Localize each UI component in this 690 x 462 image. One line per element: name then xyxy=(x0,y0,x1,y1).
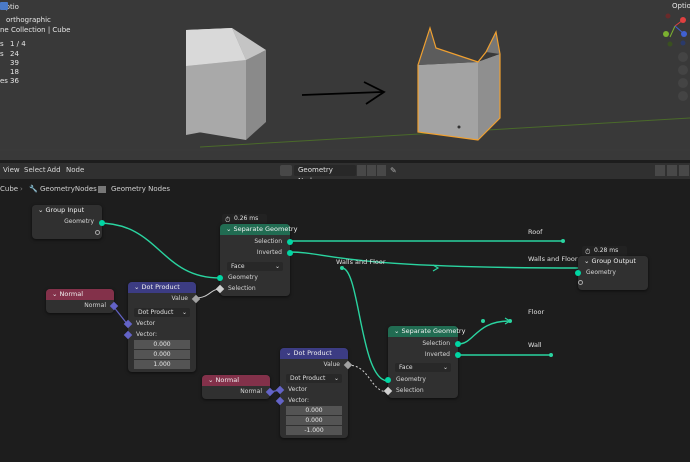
vector-x-field[interactable]: 0.000 xyxy=(134,340,190,349)
node-header[interactable]: ⌄ Group Output xyxy=(578,256,648,267)
link-floor xyxy=(457,320,511,345)
geometry-socket[interactable] xyxy=(575,270,581,276)
socket-label: Geometry xyxy=(228,274,258,281)
close-icon[interactable] xyxy=(377,165,386,176)
selected-mesh[interactable] xyxy=(417,25,501,141)
reroute-label-floor: Floor xyxy=(528,308,545,316)
arrow-shape xyxy=(301,81,386,105)
node-header[interactable]: ⌄ Dot Product xyxy=(280,348,348,359)
socket-label: Vector xyxy=(288,386,308,393)
view-mode-label: orthographic xyxy=(6,16,51,24)
socket-label: Selection xyxy=(396,387,424,394)
mode-dropdown[interactable]: Face ⌄ xyxy=(227,262,283,271)
vector-z-field[interactable]: 1.000 xyxy=(134,360,190,369)
dot-product-node[interactable]: ⌄ Dot Product Value Dot Product ⌄ Vector … xyxy=(123,282,201,372)
menu-view[interactable]: View xyxy=(3,166,20,174)
origin-point xyxy=(457,125,461,129)
socket-label: Vector: xyxy=(288,397,310,404)
reroute-dot xyxy=(549,353,553,357)
reroute-dot xyxy=(481,319,485,323)
socket-label: Geometry xyxy=(586,269,616,276)
sidebar-icon[interactable] xyxy=(679,165,689,176)
viewport-scene xyxy=(0,25,690,151)
reroute-label-roof: Roof xyxy=(528,228,543,236)
menu-select[interactable]: Select xyxy=(24,166,46,174)
stat-row: s 24 xyxy=(0,50,19,58)
mode-dropdown[interactable]: Face ⌄ xyxy=(395,363,451,372)
vector-z-field[interactable]: -1.000 xyxy=(286,426,342,435)
geometry-socket[interactable] xyxy=(455,352,461,358)
separate-geometry-node[interactable]: ⌄ Separate Geometry Selection Inverted F… xyxy=(215,224,297,296)
copy-icon[interactable] xyxy=(357,165,366,176)
geometry-socket[interactable] xyxy=(455,341,461,347)
node-header[interactable]: ⌄ Normal xyxy=(46,289,114,300)
collection-label: ne Collection | Cube xyxy=(0,26,71,34)
normal-node[interactable]: ⌄ Normal Normal xyxy=(46,289,119,313)
socket-label: Inverted xyxy=(424,351,450,358)
snap-icon[interactable] xyxy=(667,165,677,176)
view-toggle-icon[interactable] xyxy=(0,2,8,10)
socket-label: Normal xyxy=(240,388,262,395)
reroute-dot xyxy=(340,266,344,270)
link-geometry xyxy=(97,222,221,279)
reroute-dot xyxy=(561,239,565,243)
geometry-socket[interactable] xyxy=(99,220,105,226)
socket-label: Selection xyxy=(422,340,450,347)
socket-label: Selection xyxy=(254,238,282,245)
reroute-label-walls-floor: Walls and Floor xyxy=(336,258,386,266)
socket-label: Geometry xyxy=(64,218,94,225)
stat-row: es 36 xyxy=(0,77,19,85)
socket-label: Geometry xyxy=(396,376,426,383)
separate-geometry-node[interactable]: ⌄ Separate Geometry Selection Inverted F… xyxy=(383,326,465,398)
dot-product-node[interactable]: ⌄ Dot Product Value Dot Product ⌄ Vector … xyxy=(275,348,353,438)
menu-add[interactable]: Add xyxy=(47,166,61,174)
node-header[interactable]: ⌄ Separate Geometry xyxy=(388,326,465,337)
node-header[interactable]: ⌄ Normal xyxy=(202,375,270,386)
socket-label: Vector xyxy=(136,320,156,327)
options-menu[interactable]: Optio xyxy=(672,2,690,10)
node-tree-name-field[interactable]: Geometry Nodes xyxy=(294,165,356,185)
node-editor-header: View Select Add Node Geometry Nodes ✎ xyxy=(0,163,690,185)
socket-label: Inverted xyxy=(256,249,282,256)
group-output-node[interactable]: ⌄ Group Output Geometry xyxy=(575,256,648,290)
node-header[interactable]: ⌄ Group Input xyxy=(32,205,102,216)
node-header[interactable]: ⌄ Dot Product xyxy=(128,282,196,293)
house-mesh[interactable] xyxy=(186,28,266,140)
vector-y-field[interactable]: 0.000 xyxy=(286,416,342,425)
socket-label: Normal xyxy=(84,302,106,309)
node-header[interactable]: ⌄ Separate Geometry xyxy=(220,224,297,235)
group-input-node[interactable]: ⌄ Group Input Geometry xyxy=(32,205,105,239)
reroute-label-wall: Wall xyxy=(528,341,542,349)
geometry-socket[interactable] xyxy=(217,275,223,281)
vector-x-field[interactable]: 0.000 xyxy=(286,406,342,415)
empty-socket[interactable] xyxy=(578,280,583,285)
node-editor-canvas[interactable]: Cube › 🔧 GeometryNodes › Geometry Nodes xyxy=(0,179,690,462)
geometry-socket[interactable] xyxy=(385,377,391,383)
geometry-socket[interactable] xyxy=(287,239,293,245)
new-icon[interactable] xyxy=(367,165,376,176)
geometry-socket[interactable] xyxy=(287,250,293,256)
reroute-dot xyxy=(508,319,512,323)
overlay-icon[interactable] xyxy=(655,165,665,176)
menu-node[interactable]: Node xyxy=(66,166,84,174)
reroute-label-walls-floor: Walls and Floor xyxy=(528,255,578,263)
operation-dropdown[interactable]: Dot Product ⌄ xyxy=(134,308,190,317)
operation-dropdown[interactable]: Dot Product ⌄ xyxy=(286,374,342,383)
socket-label: Selection xyxy=(228,285,256,292)
socket-label: Vector: xyxy=(136,331,158,338)
socket-label: Value xyxy=(323,361,340,368)
normal-node[interactable]: ⌄ Normal Normal xyxy=(202,375,275,399)
socket-label: Value xyxy=(171,295,188,302)
pin-icon[interactable]: ✎ xyxy=(390,166,397,175)
empty-socket[interactable] xyxy=(95,230,100,235)
vector-y-field[interactable]: 0.000 xyxy=(134,350,190,359)
stat-row: s1 / 4 xyxy=(0,40,26,48)
node-tree-icon[interactable] xyxy=(280,165,292,176)
3d-viewport[interactable]: Optio orthographic ne Collection | Cube … xyxy=(0,0,690,160)
